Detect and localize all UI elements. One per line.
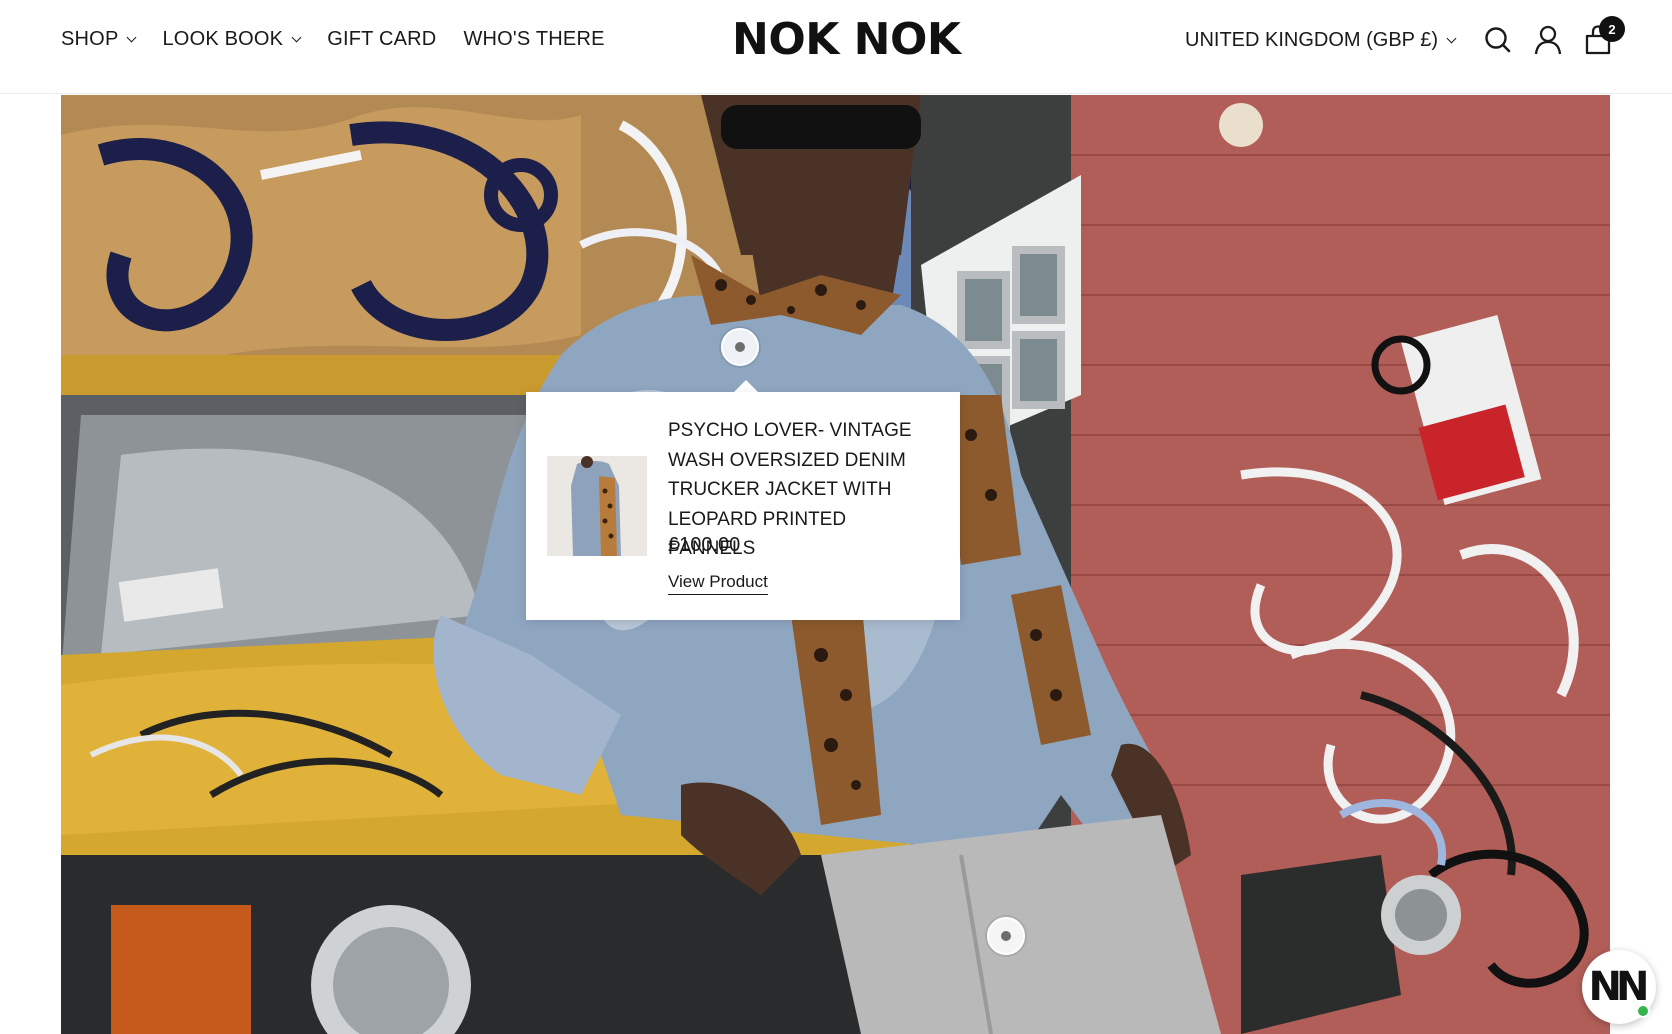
nav-whos-there-label: WHO'S THERE: [463, 28, 605, 50]
product-price: £100.00: [668, 534, 741, 556]
nav-look-book-label: LOOK BOOK: [162, 28, 284, 50]
main-nav: SHOP LOOK BOOK GIFT CARD WHO'S THERE: [61, 28, 632, 51]
product-hotspot-trousers[interactable]: [987, 917, 1025, 955]
search-icon[interactable]: [1483, 24, 1513, 56]
nav-look-book[interactable]: LOOK BOOK: [162, 28, 302, 51]
hotspot-dot: [1001, 931, 1011, 941]
nav-gift-card-label: GIFT CARD: [327, 28, 437, 50]
hotspot-dot: [735, 342, 745, 352]
nav-whos-there[interactable]: WHO'S THERE: [463, 28, 604, 51]
chevron-down-icon: [291, 32, 302, 42]
currency-selector[interactable]: UNITED KINGDOM (GBP £): [1185, 29, 1457, 52]
cart-count-badge: 2: [1599, 16, 1625, 42]
product-thumbnail[interactable]: [547, 456, 647, 556]
view-product-link[interactable]: View Product: [668, 572, 768, 595]
nav-shop[interactable]: SHOP: [61, 28, 137, 51]
site-logo[interactable]: NOK NOK: [732, 14, 961, 65]
chat-widget-logo: NN: [1588, 964, 1650, 1010]
chat-widget-button[interactable]: NN: [1582, 950, 1656, 1024]
product-hotspot-jacket[interactable]: [721, 328, 759, 366]
chevron-down-icon: [1446, 33, 1457, 43]
product-popup: PSYCHO LOVER- VINTAGE WASH OVERSIZED DEN…: [526, 392, 960, 620]
online-status-dot: [1636, 1004, 1650, 1018]
chevron-down-icon: [127, 32, 137, 42]
nav-gift-card[interactable]: GIFT CARD: [327, 28, 436, 51]
nav-shop-label: SHOP: [61, 28, 119, 50]
account-icon[interactable]: [1533, 24, 1563, 56]
currency-label: UNITED KINGDOM (GBP £): [1185, 29, 1438, 51]
site-header: SHOP LOOK BOOK GIFT CARD WHO'S THERE NOK…: [0, 0, 1672, 94]
